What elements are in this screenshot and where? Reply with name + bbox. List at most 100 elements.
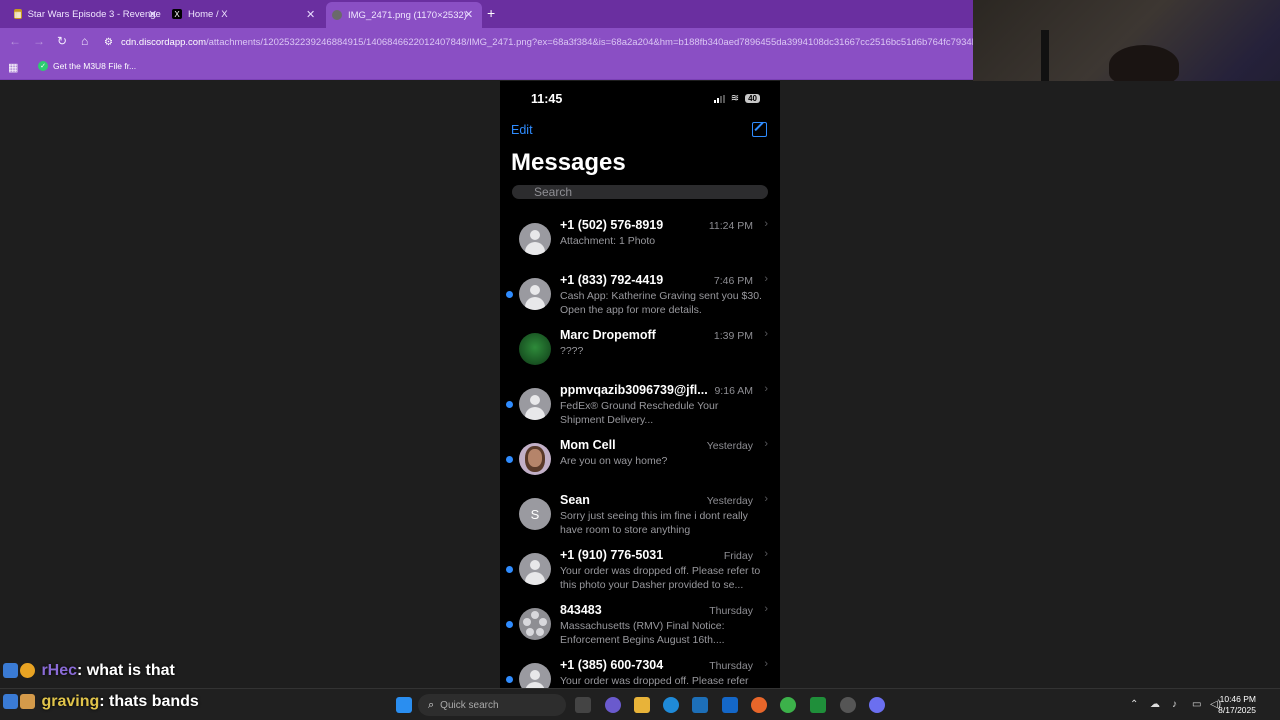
- chat-username: graving: [41, 693, 100, 710]
- task-view-icon[interactable]: [575, 697, 591, 713]
- chevron-right-icon: ›: [764, 548, 768, 560]
- contact-name: 843483: [560, 603, 602, 617]
- conversation-row[interactable]: Mom Cell Yesterday › Are you on way home…: [500, 430, 780, 485]
- contact-name: +1 (833) 792-4419: [560, 273, 664, 287]
- chat-badge-icon: [20, 694, 35, 710]
- contact-name: Marc Dropemoff: [560, 328, 656, 342]
- film-icon: ▦: [14, 9, 22, 19]
- contact-photo: [519, 443, 551, 475]
- chevron-up-icon[interactable]: ⌃: [1130, 699, 1138, 710]
- conversation-row[interactable]: +1 (910) 776-5031 Friday › Your order wa…: [500, 540, 780, 595]
- chat-message: rHec: what is that: [3, 662, 175, 680]
- person-icon: [519, 278, 551, 310]
- screen: ▦ Star Wars Episode 3 - Revenge ✕ X Home…: [0, 0, 1280, 720]
- edit-button[interactable]: Edit: [511, 123, 533, 137]
- tab-img-2471[interactable]: IMG_2471.png (1170×2532) ✕: [326, 2, 482, 28]
- message-time: Thursday: [709, 660, 753, 672]
- message-preview: FedEx® Ground Reschedule Your Shipment D…: [560, 400, 719, 426]
- chat-badge-icon: [3, 694, 18, 710]
- obs-icon[interactable]: [840, 697, 856, 713]
- cloud-icon[interactable]: ☁: [1150, 699, 1160, 710]
- search-field[interactable]: Search: [512, 185, 768, 199]
- edge-icon[interactable]: [663, 697, 679, 713]
- chevron-right-icon: ›: [764, 383, 768, 395]
- unread-dot: [506, 676, 513, 683]
- windows-start-icon[interactable]: [396, 697, 412, 713]
- close-tab-icon[interactable]: ✕: [464, 8, 473, 21]
- message-time: 9:16 AM: [714, 385, 753, 397]
- new-tab-button[interactable]: +: [487, 5, 495, 21]
- unread-dot: [506, 566, 513, 573]
- chevron-right-icon: ›: [764, 603, 768, 615]
- forward-icon[interactable]: →: [33, 34, 45, 48]
- browser-toolbar: ← → ↻ ⌂ ⚙ cdn.discordapp.com/attachments…: [0, 28, 973, 56]
- conversation-row[interactable]: 843483 Thursday › Massachusetts (RMV) Fi…: [500, 595, 780, 650]
- message-time: Friday: [723, 550, 753, 562]
- initial-avatar: S: [519, 498, 551, 530]
- message-preview: Massachusetts (RMV) Final Notice: Enforc…: [560, 620, 725, 646]
- firefox-icon[interactable]: [751, 697, 767, 713]
- chat-badge-icon: [20, 663, 35, 679]
- search-placeholder: Quick search: [440, 699, 499, 711]
- contact-name: ppmvqazib3096739@jfl...: [560, 383, 708, 397]
- conversation-row[interactable]: +1 (385) 600-7304 Thursday › Your order …: [500, 650, 780, 688]
- tab-star-wars[interactable]: ▦ Star Wars Episode 3 - Revenge ✕: [8, 4, 161, 24]
- check-icon: ✓: [38, 61, 48, 71]
- compose-icon[interactable]: [752, 122, 767, 137]
- streamer-hair: [1109, 45, 1179, 85]
- bookmarks-bar: ▦ ✓ Get the M3U8 File fr...: [0, 56, 973, 80]
- chrome-icon[interactable]: [780, 697, 796, 713]
- message-preview: Are you on way home?: [560, 455, 668, 467]
- contact-name: +1 (502) 576-8919: [560, 218, 664, 232]
- contact-name: +1 (385) 600-7304: [560, 658, 664, 672]
- tab-x-home[interactable]: X Home / X ✕: [166, 4, 318, 24]
- message-time: Thursday: [709, 605, 753, 617]
- clock-date: 8/17/2025: [1218, 705, 1256, 715]
- chevron-right-icon: ›: [764, 493, 768, 505]
- conversation-row[interactable]: +1 (502) 576-8919 11:24 PM › Attachment:…: [500, 210, 780, 265]
- chevron-right-icon: ›: [764, 273, 768, 285]
- conversation-row[interactable]: Marc Dropemoff 1:39 PM › ????: [500, 320, 780, 375]
- url-path: /attachments/1202532239246884915/1406846…: [206, 36, 973, 48]
- status-time: 11:45: [531, 92, 563, 106]
- vscode-icon[interactable]: [722, 697, 738, 713]
- chat-username: rHec: [41, 662, 78, 679]
- unread-dot: [506, 456, 513, 463]
- discord-icon[interactable]: [869, 697, 885, 713]
- address-bar[interactable]: ⚙ cdn.discordapp.com/attachments/1202532…: [104, 31, 973, 53]
- site-info-icon[interactable]: ⚙: [104, 37, 113, 48]
- apps-grid-icon[interactable]: ▦: [8, 61, 18, 74]
- image-icon: [332, 10, 342, 20]
- xbox-icon[interactable]: [810, 697, 826, 713]
- close-tab-icon[interactable]: ✕: [148, 8, 157, 21]
- message-time: Yesterday: [706, 440, 753, 452]
- microphone-icon[interactable]: ♪: [1172, 699, 1177, 710]
- conversation-row[interactable]: ppmvqazib3096739@jfl... 9:16 AM › FedEx®…: [500, 375, 780, 430]
- person-icon: [519, 553, 551, 585]
- store-icon[interactable]: [692, 697, 708, 713]
- message-preview: Your order was dropped off. Please refer: [560, 675, 749, 687]
- bookmark-label: Get the M3U8 File fr...: [53, 61, 137, 71]
- conversation-row[interactable]: S Sean Yesterday › Sorry just seeing thi…: [500, 485, 780, 540]
- search-icon: ⌕: [428, 698, 435, 711]
- url-host: cdn.discordapp.com: [120, 36, 206, 48]
- browser-tab-strip: ▦ Star Wars Episode 3 - Revenge ✕ X Home…: [0, 0, 973, 28]
- home-icon[interactable]: ⌂: [81, 34, 88, 48]
- bookmark-m3u8[interactable]: ✓ Get the M3U8 File fr...: [38, 61, 136, 71]
- conversation-row[interactable]: +1 (833) 792-4419 7:46 PM › Cash App: Ka…: [500, 265, 780, 320]
- copilot-icon[interactable]: [605, 697, 621, 713]
- message-preview: ????: [560, 345, 584, 357]
- reload-icon[interactable]: ↻: [57, 34, 67, 48]
- chevron-right-icon: ›: [764, 658, 768, 670]
- unread-dot: [506, 291, 513, 298]
- close-tab-icon[interactable]: ✕: [306, 8, 315, 21]
- chat-text: : what is that: [77, 662, 175, 679]
- network-icon[interactable]: ▭: [1192, 699, 1201, 710]
- system-clock[interactable]: 10:46 PM 8/17/2025: [1218, 694, 1256, 716]
- taskbar-search[interactable]: ⌕ Quick search: [418, 694, 566, 716]
- file-explorer-icon[interactable]: [634, 697, 650, 713]
- message-time: 1:39 PM: [713, 330, 753, 342]
- page-title: Messages: [511, 149, 626, 176]
- contact-photo: [519, 333, 551, 365]
- back-icon[interactable]: ←: [9, 34, 21, 48]
